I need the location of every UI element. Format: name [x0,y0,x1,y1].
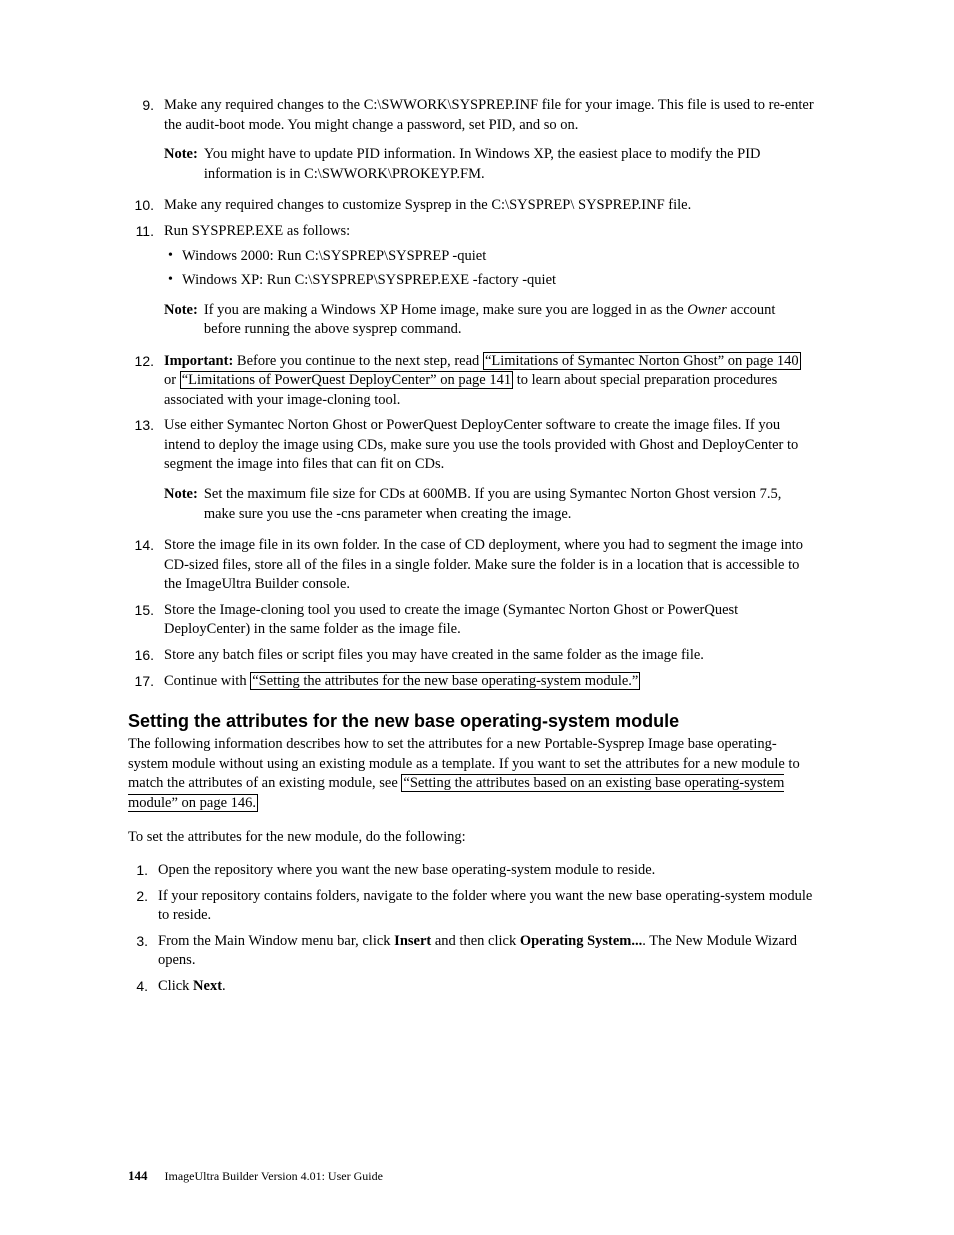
ui-label: Operating System... [520,933,642,949]
note-text: You might have to update PID information… [204,145,814,184]
item-content: From the Main Window menu bar, click Ins… [158,932,814,971]
list-item: 14. Store the image file in its own fold… [128,536,814,595]
body-text: and then click [431,933,520,949]
list-item: 15. Store the Image-cloning tool you use… [128,601,814,640]
list-item: 11. Run SYSPREP.EXE as follows: Windows … [128,222,814,346]
page-number: 144 [128,1168,148,1183]
item-content: Store the image file in its own folder. … [164,536,814,595]
body-text: Before you continue to the next step, re… [233,353,483,369]
item-content: Continue with “Setting the attributes fo… [164,672,814,692]
list-item: 16. Store any batch files or script file… [128,646,814,666]
item-content: Use either Symantec Norton Ghost or Powe… [164,416,814,530]
bullet-list: Windows 2000: Run C:\SYSPREP\SYSPREP -qu… [164,247,814,290]
item-number: 1. [128,861,158,881]
list-item: 2. If your repository contains folders, … [128,887,814,926]
list-item: 17. Continue with “Setting the attribute… [128,672,814,692]
item-number: 14. [128,536,164,595]
important-label: Important: [164,353,233,369]
body-text: or [164,372,180,388]
body-text: Store any batch files or script files yo… [164,647,704,663]
bullet-text: Windows 2000: Run C:\SYSPREP\SYSPREP -qu… [182,248,486,264]
item-content: Click Next. [158,977,814,997]
note-label: Note: [164,301,204,340]
note-label: Note: [164,485,204,524]
ui-label: Insert [394,933,431,949]
note-block: Note: If you are making a Windows XP Hom… [164,301,814,340]
item-number: 4. [128,977,158,997]
note-block: Note: Set the maximum file size for CDs … [164,485,814,524]
list-item: 4. Click Next. [128,977,814,997]
body-text: Store the Image-cloning tool you used to… [164,602,738,638]
bullet-item: Windows XP: Run C:\SYSPREP\SYSPREP.EXE -… [164,271,814,291]
item-number: 10. [128,196,164,216]
note-label: Note: [164,145,204,184]
item-number: 3. [128,932,158,971]
list-item: 13. Use either Symantec Norton Ghost or … [128,416,814,530]
body-text: Run SYSPREP.EXE as follows: [164,223,350,239]
body-text: From the Main Window menu bar, click [158,933,394,949]
item-number: 11. [128,222,164,346]
item-number: 15. [128,601,164,640]
list-item: 12. Important: Before you continue to th… [128,352,814,411]
item-content: Make any required changes to the C:\SWWO… [164,96,814,190]
item-content: Important: Before you continue to the ne… [164,352,814,411]
ui-label: Next [193,978,222,994]
paragraph: To set the attributes for the new module… [128,828,814,848]
page-content: 9. Make any required changes to the C:\S… [0,0,954,997]
list-item: 9. Make any required changes to the C:\S… [128,96,814,190]
note-text: If you are making a Windows XP Home imag… [204,301,814,340]
page-footer: 144 ImageUltra Builder Version 4.01: Use… [128,1167,383,1185]
list-item: 1. Open the repository where you want th… [128,861,814,881]
cross-reference-link[interactable]: “Limitations of PowerQuest DeployCenter”… [180,371,513,389]
ordered-list-sub: 1. Open the repository where you want th… [128,861,814,996]
body-text: Use either Symantec Norton Ghost or Powe… [164,417,798,472]
list-item: 10. Make any required changes to customi… [128,196,814,216]
item-content: Run SYSPREP.EXE as follows: Windows 2000… [164,222,814,346]
body-text: Open the repository where you want the n… [158,862,655,878]
item-content: Store the Image-cloning tool you used to… [164,601,814,640]
item-content: If your repository contains folders, nav… [158,887,814,926]
item-number: 17. [128,672,164,692]
list-item: 3. From the Main Window menu bar, click … [128,932,814,971]
body-text: Make any required changes to the C:\SWWO… [164,97,814,133]
body-text: Continue with [164,673,250,689]
bullet-item: Windows 2000: Run C:\SYSPREP\SYSPREP -qu… [164,247,814,267]
item-number: 13. [128,416,164,530]
ordered-list-main: 9. Make any required changes to the C:\S… [128,96,814,691]
section-heading: Setting the attributes for the new base … [128,709,814,733]
item-number: 16. [128,646,164,666]
body-text: Make any required changes to customize S… [164,197,691,213]
note-text: Set the maximum file size for CDs at 600… [204,485,814,524]
item-number: 2. [128,887,158,926]
cross-reference-link[interactable]: “Limitations of Symantec Norton Ghost” o… [483,352,801,370]
item-content: Open the repository where you want the n… [158,861,814,881]
item-content: Make any required changes to customize S… [164,196,814,216]
note-block: Note: You might have to update PID infor… [164,145,814,184]
body-text: If your repository contains folders, nav… [158,888,812,924]
body-text: . [222,978,226,994]
cross-reference-link[interactable]: “Setting the attributes for the new base… [250,672,640,690]
item-number: 12. [128,352,164,411]
item-number: 9. [128,96,164,190]
body-text: Click [158,978,193,994]
body-text: Store the image file in its own folder. … [164,537,803,592]
emphasis: Owner [687,302,726,318]
paragraph: The following information describes how … [128,735,814,813]
item-content: Store any batch files or script files yo… [164,646,814,666]
book-title: ImageUltra Builder Version 4.01: User Gu… [165,1169,383,1183]
bullet-text: Windows XP: Run C:\SYSPREP\SYSPREP.EXE -… [182,272,556,288]
